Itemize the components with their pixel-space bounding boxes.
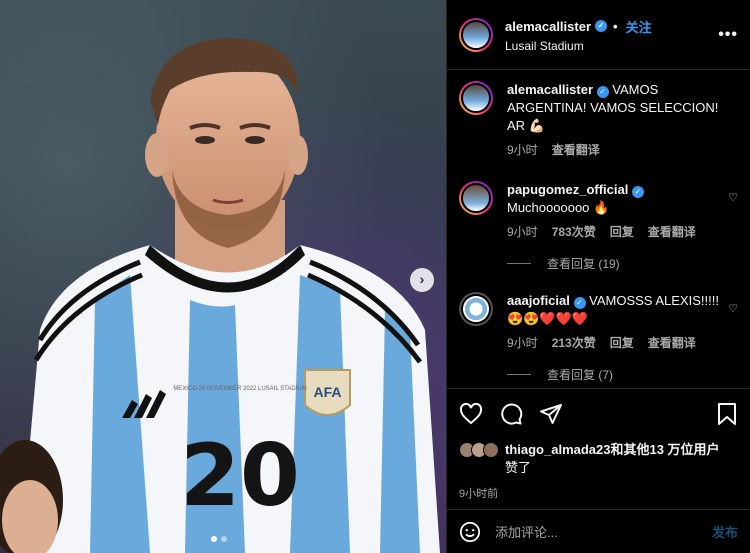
likes-summary[interactable]: thiago_almada23和其他13 万位用户 赞了	[459, 441, 738, 477]
carousel-dot-2	[221, 536, 227, 542]
comment-likes[interactable]: 783次赞	[552, 223, 596, 241]
commenter-avatar[interactable]	[459, 292, 493, 326]
caption-time[interactable]: 9小时	[507, 141, 538, 159]
liker-avatars	[459, 442, 499, 458]
player-photo: AFA MEXICO 26 NOVEMBER 2022 LUSAIL STADI…	[0, 38, 440, 553]
post-location[interactable]: Lusail Stadium	[505, 39, 652, 53]
post-time[interactable]: 9小时前	[459, 485, 738, 501]
heart-icon[interactable]	[459, 402, 483, 426]
comment-time[interactable]: 9小时	[507, 223, 538, 241]
commenter-avatar[interactable]	[459, 181, 493, 215]
more-icon[interactable]: •••	[718, 26, 738, 44]
view-replies[interactable]: 查看回复 (19)	[507, 255, 738, 272]
author-avatar[interactable]	[459, 17, 493, 52]
caption-avatar[interactable]	[459, 81, 493, 115]
afa-badge-text: AFA	[314, 384, 342, 400]
post-comment-button[interactable]: 发布	[712, 522, 738, 541]
comments-list: alemacallister ✓ VAMOS ARGENTINA! VAMOS …	[447, 71, 750, 389]
commenter-username[interactable]: aaajoficial	[507, 293, 570, 308]
verified-icon: ✓	[595, 20, 608, 32]
share-icon[interactable]	[539, 402, 563, 426]
post-header: alemacallister ✓ • 关注 Lusail Stadium •••	[447, 0, 750, 70]
reply-button[interactable]: 回复	[610, 334, 634, 352]
jersey-match-text: MEXICO 26 NOVEMBER 2022 LUSAIL STADIUM	[173, 386, 306, 392]
translate-button[interactable]: 查看翻译	[648, 334, 696, 352]
bookmark-icon[interactable]	[716, 402, 738, 426]
post-actions: thiago_almada23和其他13 万位用户 赞了 9小时前	[447, 388, 750, 501]
author-username[interactable]: alemacallister	[505, 19, 591, 34]
view-replies-label: 查看回复 (19)	[547, 257, 620, 271]
comment-input[interactable]: 添加评论...	[495, 522, 712, 541]
verified-icon: ✓	[573, 297, 586, 309]
follow-button[interactable]: 关注	[626, 17, 652, 36]
comment-icon[interactable]	[499, 402, 523, 426]
next-photo-button[interactable]: ›	[410, 268, 434, 292]
add-comment-bar: 添加评论... 发布	[447, 509, 750, 553]
comment-text: Muchooooooo 🔥	[507, 200, 610, 215]
view-replies-label: 查看回复 (7)	[547, 368, 614, 382]
comment-likes[interactable]: 213次赞	[552, 334, 596, 352]
caption-username[interactable]: alemacallister	[507, 82, 593, 97]
jersey-number: 20	[180, 426, 300, 526]
comment-item: papugomez_official ✓ Muchooooooo 🔥 9小时 7…	[459, 181, 738, 241]
likes-summary-suffix: 赞了	[505, 460, 532, 475]
translate-button[interactable]: 查看翻译	[648, 223, 696, 241]
header-separator: •	[613, 18, 618, 34]
comment-time[interactable]: 9小时	[507, 334, 538, 352]
verified-icon: ✓	[631, 186, 644, 198]
likes-summary-text: thiago_almada23和其他13 万位用户	[505, 442, 720, 457]
commenter-username[interactable]: papugomez_official	[507, 182, 628, 197]
caption-translate[interactable]: 查看翻译	[552, 141, 600, 159]
comment-like-heart-icon[interactable]: ♡	[728, 302, 738, 315]
view-replies[interactable]: 查看回复 (7)	[507, 366, 738, 383]
emoji-icon[interactable]	[459, 521, 481, 543]
carousel-dots	[211, 536, 227, 542]
caption: alemacallister ✓ VAMOS ARGENTINA! VAMOS …	[459, 81, 738, 159]
comment-like-heart-icon[interactable]: ♡	[728, 191, 738, 204]
reply-button[interactable]: 回复	[610, 223, 634, 241]
post-photo[interactable]: AFA MEXICO 26 NOVEMBER 2022 LUSAIL STADI…	[0, 0, 446, 553]
post-sidebar: alemacallister ✓ • 关注 Lusail Stadium •••…	[446, 0, 750, 553]
verified-icon: ✓	[596, 86, 609, 98]
carousel-dot-1	[211, 536, 217, 542]
comment-item: aaajoficial ✓ VAMOSSS ALEXIS!!!!! 😍😍❤️❤️…	[459, 292, 738, 352]
